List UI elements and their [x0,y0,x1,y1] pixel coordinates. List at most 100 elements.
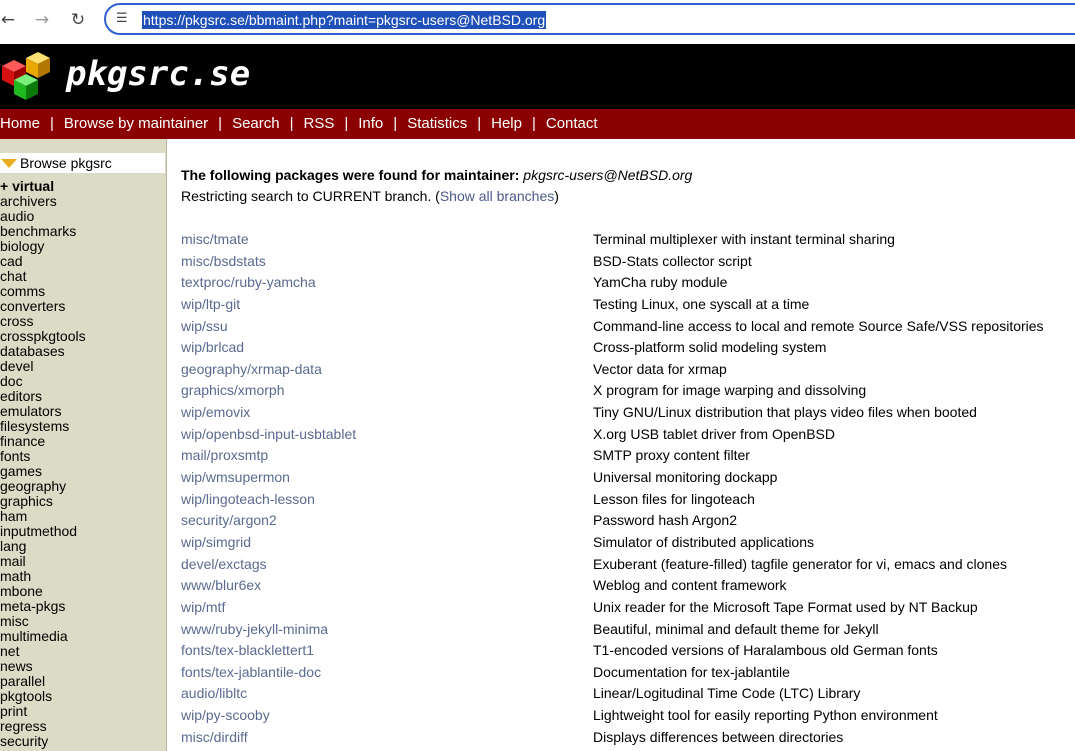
category-link[interactable]: audio [0,209,86,224]
package-description: Unix reader for the Microsoft Tape Forma… [593,598,978,615]
package-link[interactable]: security/argon2 [181,510,277,531]
category-link[interactable]: lang [0,539,86,554]
package-link[interactable]: misc/dirdiff [181,727,248,748]
category-link[interactable]: databases [0,344,86,359]
package-link[interactable]: wip/ssu [181,316,228,337]
menu-contact[interactable]: Contact [546,115,598,132]
package-link[interactable]: audio/libltc [181,683,247,704]
category-link[interactable]: finance [0,434,86,449]
package-link[interactable]: geography/xrmap-data [181,359,322,380]
package-link[interactable]: mail/proxsmtp [181,445,268,466]
category-link[interactable]: games [0,464,86,479]
category-link[interactable]: chat [0,269,86,284]
package-description: YamCha ruby module [593,274,728,291]
show-all-branches-link[interactable]: Show all branches [440,188,554,204]
category-link[interactable]: pkgtools [0,689,86,704]
package-link[interactable]: devel/exctags [181,554,267,575]
tune-icon[interactable]: ☰ [116,11,132,27]
category-link[interactable]: inputmethod [0,524,86,539]
cubes-logo-icon[interactable] [0,50,56,104]
category-link[interactable]: fonts [0,449,86,464]
category-link[interactable]: regress [0,719,86,734]
category-link[interactable]: security [0,734,86,749]
menu-separator: | [218,115,223,132]
table-row: wip/emovix Tiny GNU/Linux distribution th… [181,402,1075,424]
category-virtual[interactable]: + virtual [0,179,86,194]
package-link[interactable]: wip/simgrid [181,532,251,553]
arrow-right-icon: → [34,10,50,30]
browse-pkgsrc-header[interactable]: Browse pkgsrc [0,153,165,173]
menu-info[interactable]: Info [358,115,383,132]
package-description: Universal monitoring dockapp [593,469,778,486]
category-link[interactable]: comms [0,284,86,299]
package-link[interactable]: www/ruby-jekyll-minima [181,619,328,640]
category-link[interactable]: devel [0,359,86,374]
package-link[interactable]: misc/tmate [181,229,249,250]
package-link[interactable]: fonts/tex-jablantile-doc [181,662,321,683]
category-link[interactable]: net [0,644,86,659]
menu-browse-by-maintainer[interactable]: Browse by maintainer [64,115,208,132]
table-row: audio/libltc Linear/Logitudinal Time Code… [181,683,1075,705]
package-link[interactable]: wip/lingoteach-lesson [181,489,315,510]
category-link[interactable]: emulators [0,404,86,419]
package-link[interactable]: fonts/tex-blacklettert1 [181,640,314,661]
package-link[interactable]: wip/openbsd-input-usbtablet [181,424,356,445]
menu-search[interactable]: Search [232,115,280,132]
package-link[interactable]: textproc/ruby-yamcha [181,272,316,293]
category-link[interactable]: filesystems [0,419,86,434]
forward-button[interactable]: → [30,8,54,32]
table-row: wip/brlcad Cross-platform solid modeling … [181,337,1075,359]
package-description: Weblog and content framework [593,577,787,594]
package-link[interactable]: graphics/xmorph [181,380,285,401]
category-link[interactable]: editors [0,389,86,404]
package-description: Beautiful, minimal and default theme for… [593,620,879,637]
table-row: wip/openbsd-input-usbtablet X.org USB tab… [181,424,1075,446]
category-link[interactable]: doc [0,374,86,389]
category-link[interactable]: print [0,704,86,719]
site-name[interactable]: pkgsrc.se [66,54,250,94]
address-bar[interactable]: ☰ https://pkgsrc.se/bbmaint.php?maint=pk… [104,3,1075,35]
table-row: graphics/xmorph X program for image warpi… [181,380,1075,402]
category-link[interactable]: multimedia [0,629,86,644]
package-link[interactable]: wip/wmsupermon [181,467,290,488]
category-link[interactable]: mail [0,554,86,569]
package-description: Simulator of distributed applications [593,533,815,550]
table-row: www/ruby-jekyll-minima Beautiful, minimal… [181,619,1075,641]
menu-home[interactable]: Home [0,115,40,132]
category-link[interactable]: misc [0,614,86,629]
category-link[interactable]: cad [0,254,86,269]
menu-rss[interactable]: RSS [304,115,335,132]
category-link[interactable]: mbone [0,584,86,599]
category-link[interactable]: converters [0,299,86,314]
category-link[interactable]: parallel [0,674,86,689]
menu-statistics[interactable]: Statistics [407,115,467,132]
package-description: SMTP proxy content filter [593,447,750,464]
category-link[interactable]: cross [0,314,86,329]
package-link[interactable]: misc/bsdstats [181,251,266,272]
category-link[interactable]: archivers [0,194,86,209]
reload-button[interactable]: ↻ [66,8,90,32]
site-banner: pkgsrc.se [0,44,1075,109]
category-link[interactable]: benchmarks [0,224,86,239]
url-text[interactable]: https://pkgsrc.se/bbmaint.php?maint=pkgs… [142,11,547,29]
package-link[interactable]: wip/mtf [181,597,225,618]
package-link[interactable]: wip/ltp-git [181,294,240,315]
package-link[interactable]: wip/brlcad [181,337,244,358]
category-link[interactable]: graphics [0,494,86,509]
package-link[interactable]: wip/py-scooby [181,705,270,726]
category-link[interactable]: math [0,569,86,584]
sidebar: Browse pkgsrc + virtual archivers audio be… [0,139,167,751]
table-row: mail/proxsmtp SMTP proxy content filter [181,445,1075,467]
category-link[interactable]: meta-pkgs [0,599,86,614]
category-link[interactable]: news [0,659,86,674]
category-link[interactable]: ham [0,509,86,524]
category-link[interactable]: geography [0,479,86,494]
category-link[interactable]: crosspkgtools [0,329,86,344]
package-description: X program for image warping and dissolvi… [593,382,867,399]
category-link[interactable]: biology [0,239,86,254]
back-button[interactable]: ← [0,8,20,32]
menu-help[interactable]: Help [491,115,522,132]
package-description: T1-encoded versions of Haralambous old G… [593,642,938,659]
package-link[interactable]: www/blur6ex [181,575,261,596]
package-link[interactable]: wip/emovix [181,402,250,423]
